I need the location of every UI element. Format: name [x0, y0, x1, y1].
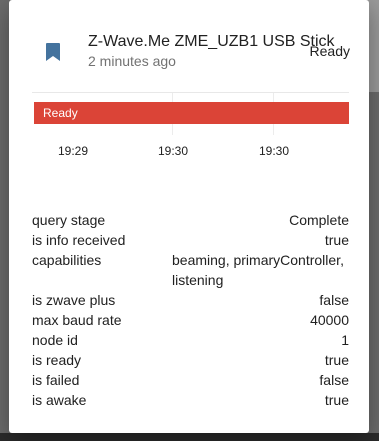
- bookmark-icon: [46, 43, 60, 61]
- attribute-value: beaming, primaryController, listening: [172, 252, 344, 288]
- background-bottom: [0, 433, 379, 441]
- attribute-value: true: [324, 232, 349, 248]
- attribute-value: true: [324, 392, 349, 408]
- last-changed: 2 minutes ago: [88, 53, 176, 69]
- attribute-row: capabilities beaming, primaryController,…: [32, 250, 349, 290]
- entity-state: Ready: [309, 43, 350, 59]
- attribute-key: is awake: [32, 392, 87, 408]
- attribute-row: is failed false: [32, 370, 349, 390]
- attribute-value: false: [319, 292, 349, 308]
- attribute-key: query stage: [32, 212, 106, 228]
- attribute-key: node id: [32, 332, 78, 348]
- attribute-row: node id 1: [32, 330, 349, 350]
- attribute-key: is failed: [32, 372, 80, 388]
- attribute-key: is info received: [32, 232, 126, 248]
- timeline-tick-label: 19:29: [57, 144, 89, 158]
- state-timeline: Ready: [32, 92, 349, 135]
- attribute-value: 40000: [310, 312, 349, 328]
- attribute-key: capabilities: [32, 252, 102, 268]
- attribute-key: is zwave plus: [32, 292, 116, 308]
- attribute-row: query stage Complete: [32, 210, 349, 230]
- attribute-value: true: [324, 352, 349, 368]
- entity-name: Z-Wave.Me ZME_UZB1 USB Stick: [88, 33, 335, 50]
- timeline-tick-label: 19:30: [157, 144, 189, 158]
- attribute-value: 1: [341, 332, 349, 348]
- attribute-value: Complete: [289, 212, 349, 228]
- more-info-dialog: Z-Wave.Me ZME_UZB1 USB Stick 2 minutes a…: [9, 0, 369, 433]
- attribute-value: false: [319, 372, 349, 388]
- attribute-row: is ready true: [32, 350, 349, 370]
- attributes-list: query stage Complete is info received tr…: [32, 210, 349, 410]
- attribute-row: is info received true: [32, 230, 349, 250]
- attribute-row: is awake true: [32, 390, 349, 410]
- attribute-row: is zwave plus false: [32, 290, 349, 310]
- attribute-key: max baud rate: [32, 312, 122, 328]
- attribute-row: max baud rate 40000: [32, 310, 349, 330]
- timeline-state-bar[interactable]: Ready: [34, 102, 349, 124]
- dialog-header: Z-Wave.Me ZME_UZB1 USB Stick 2 minutes a…: [9, 0, 369, 90]
- attribute-key: is ready: [32, 352, 82, 368]
- timeline-tick-label: 19:30: [258, 144, 290, 158]
